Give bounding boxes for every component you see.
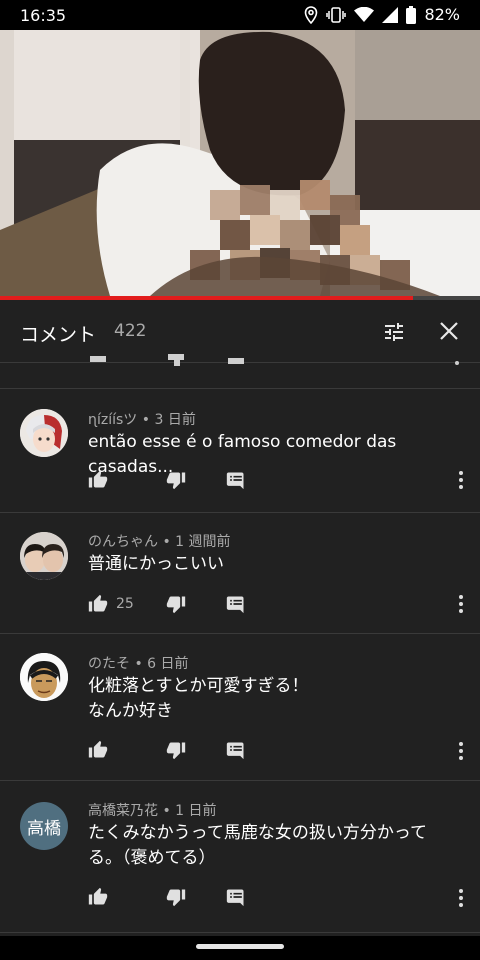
reply-button[interactable] xyxy=(226,594,246,614)
status-time: 16:35 xyxy=(20,6,67,25)
vibrate-icon xyxy=(326,6,347,24)
battery-percent: 82% xyxy=(424,5,460,24)
comment-text: então esse é o famoso comedor das casada… xyxy=(88,432,397,477)
signal-icon xyxy=(382,6,399,23)
meta-separator: • xyxy=(158,534,176,550)
dislike-button[interactable] xyxy=(166,594,186,614)
video-player[interactable] xyxy=(0,30,480,296)
reply-button[interactable] xyxy=(226,470,246,490)
comment-item: のんちゃん • 1 週間前 普通にかっこいい 25 xyxy=(0,512,480,634)
more-icon[interactable] xyxy=(458,470,464,494)
comment-time: 3 日前 xyxy=(154,412,196,428)
comment-author[interactable]: ɳízíísツ xyxy=(88,412,137,428)
avatar[interactable]: 高橋 xyxy=(20,802,68,850)
reply-icon xyxy=(226,596,244,614)
location-icon xyxy=(304,5,318,24)
more-icon xyxy=(455,361,459,365)
comment-text: たくみなかうって馬鹿な女の扱い方分かってる。（褒めてる） xyxy=(88,823,427,868)
reply-icon xyxy=(226,742,244,760)
like-button[interactable] xyxy=(88,887,116,907)
avatar[interactable] xyxy=(20,409,68,457)
comment-author[interactable]: のんちゃん xyxy=(88,534,158,550)
filter-icon[interactable] xyxy=(382,320,406,348)
comment-actions: 25 xyxy=(88,592,244,616)
dislike-button[interactable] xyxy=(166,470,186,490)
reply-icon xyxy=(228,358,244,364)
comment-meta: のんちゃん • 1 週間前 xyxy=(88,531,231,551)
close-icon[interactable] xyxy=(438,320,460,346)
thumb-up-icon xyxy=(90,356,106,362)
comments-title: コメント xyxy=(20,324,97,346)
reply-icon xyxy=(226,889,244,907)
thumb-down-icon xyxy=(168,354,184,366)
video-frame xyxy=(0,30,480,296)
like-button[interactable] xyxy=(88,740,116,760)
reply-icon xyxy=(226,472,244,490)
comment-item: 高橋 高橋菜乃花 • 1 日前 たくみなかうって馬鹿な女の扱い方分かってる。（褒… xyxy=(0,780,480,933)
comment-text: 化粧落とすとか可愛すぎる！ なんか好き xyxy=(88,676,309,721)
battery-icon xyxy=(406,5,417,24)
comment-time: 1 週間前 xyxy=(175,534,231,550)
comment-time: 6 日前 xyxy=(147,656,189,672)
comments-header: コメント 422 xyxy=(0,300,480,363)
comments-count: 422 xyxy=(114,321,147,341)
thumb-up-icon xyxy=(88,740,108,758)
comment-meta: のたそ • 6 日前 xyxy=(88,653,189,673)
comment-item: ɳízíísツ • 3 日前 então esse é o famoso com… xyxy=(0,389,480,513)
dislike-button[interactable] xyxy=(166,887,186,907)
meta-separator: • xyxy=(130,656,148,672)
thumb-up-icon xyxy=(88,594,108,612)
comment-meta: ɳízíísツ • 3 日前 xyxy=(88,409,196,429)
dislike-button[interactable] xyxy=(166,740,186,760)
comment-meta: 高橋菜乃花 • 1 日前 xyxy=(88,800,217,820)
comment-item: のたそ • 6 日前 化粧落とすとか可愛すぎる！ なんか好き xyxy=(0,633,480,781)
thumb-down-icon xyxy=(166,472,186,490)
wifi-icon xyxy=(354,6,375,23)
reply-button[interactable] xyxy=(226,887,246,907)
more-icon[interactable] xyxy=(458,888,464,912)
meta-separator: • xyxy=(137,412,155,428)
status-bar: 16:35 82% xyxy=(0,0,480,30)
comment-author[interactable]: 高橋菜乃花 xyxy=(88,803,158,819)
avatar-initials: 高橋 xyxy=(27,818,61,839)
more-icon[interactable] xyxy=(458,741,464,765)
thumb-down-icon xyxy=(166,596,186,614)
comment-actions xyxy=(88,885,244,909)
avatar[interactable] xyxy=(20,653,68,701)
previous-comment-partial xyxy=(0,354,480,389)
more-icon[interactable] xyxy=(458,594,464,618)
avatar[interactable] xyxy=(20,532,68,580)
comment-actions xyxy=(88,468,244,492)
meta-separator: • xyxy=(158,803,176,819)
thumb-up-icon xyxy=(88,470,108,488)
thumb-down-icon xyxy=(166,742,186,760)
comment-time: 1 日前 xyxy=(175,803,217,819)
thumb-down-icon xyxy=(166,889,186,907)
reply-button[interactable] xyxy=(226,740,246,760)
comment-author[interactable]: のたそ xyxy=(88,656,130,672)
home-gesture-bar[interactable] xyxy=(196,944,284,949)
thumb-up-icon xyxy=(88,887,108,905)
comment-text: 普通にかっこいい xyxy=(88,554,224,574)
like-count: 25 xyxy=(116,596,134,612)
comment-actions xyxy=(88,738,244,762)
like-button[interactable] xyxy=(88,470,116,490)
like-button[interactable]: 25 xyxy=(88,594,134,614)
